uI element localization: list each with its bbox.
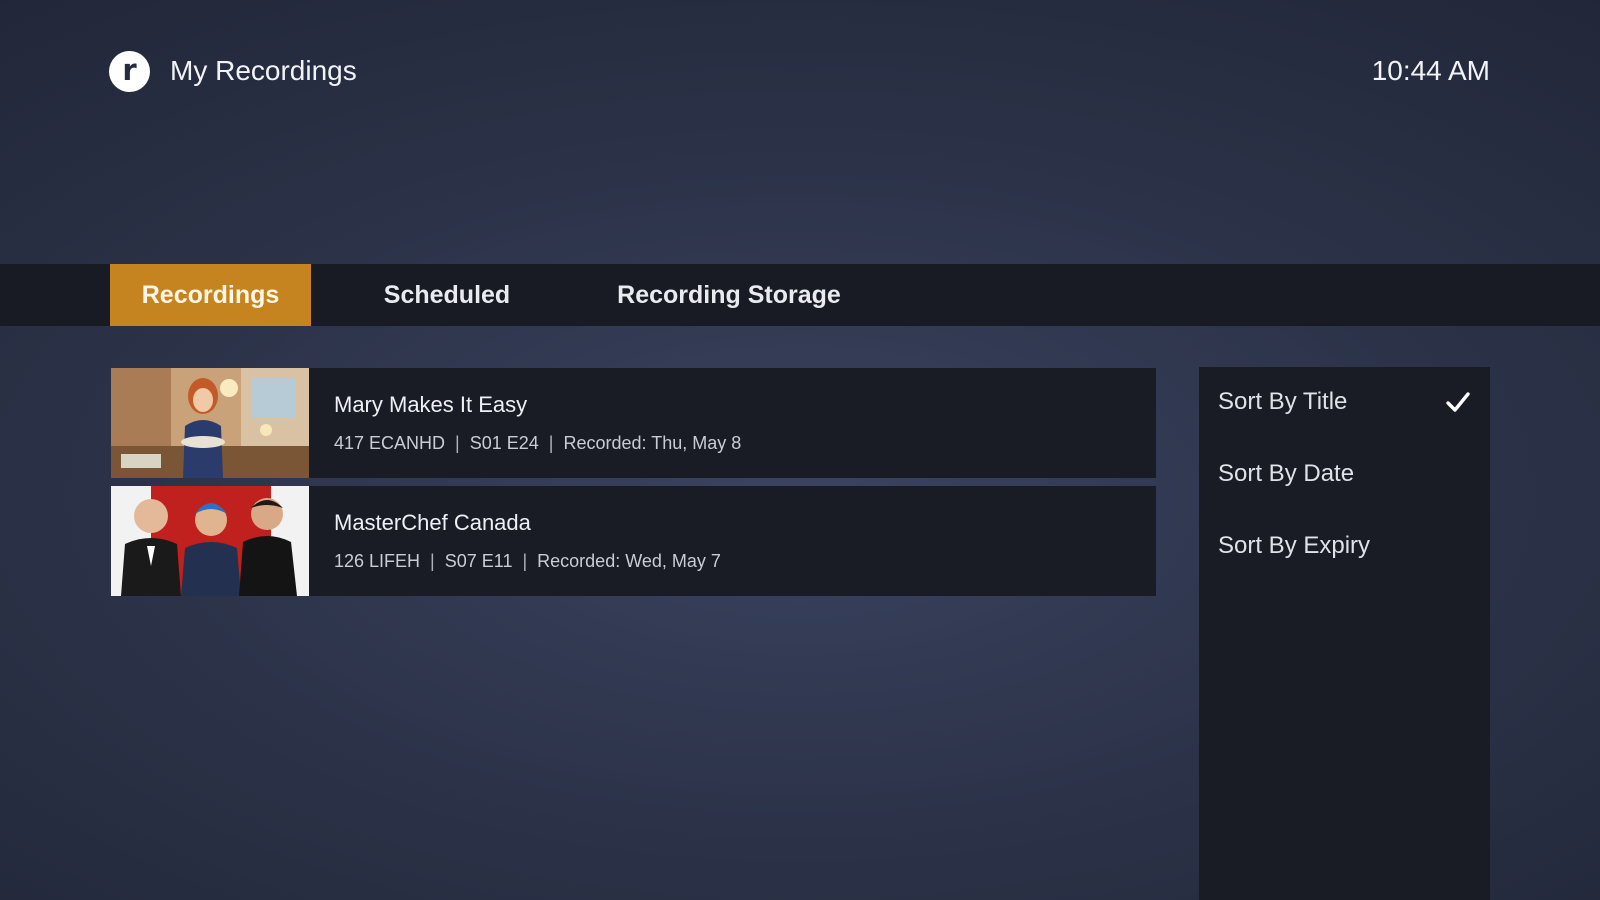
tab-scheduled[interactable]: Scheduled (352, 264, 542, 326)
recording-meta: 417 ECANHD | S01 E24 | Recorded: Thu, May 8 (334, 432, 741, 454)
checkmark-icon (1446, 392, 1470, 412)
recording-episode: S01 E24 (469, 433, 539, 453)
rogers-logo-icon: r (109, 51, 150, 92)
page-title: My Recordings (170, 55, 357, 86)
tab-bar: Recordings Scheduled Recording Storage (0, 264, 1600, 326)
recording-item-mary-makes-it-easy[interactable]: Mary Makes It Easy 417 ECANHD | S01 E24 | Re… (111, 368, 1156, 478)
masterchef-canada-thumbnail (111, 486, 309, 596)
meta-separator: | (430, 551, 435, 571)
sort-menu: Sort By Title Sort By Date Sort By Expir… (1199, 367, 1490, 900)
tab-recording-storage[interactable]: Recording Storage (598, 264, 860, 326)
recording-date: Recorded: Wed, May 7 (537, 551, 721, 571)
sort-option-label: Sort By Date (1218, 460, 1355, 487)
tab-recordings[interactable]: Recordings (110, 264, 311, 326)
sort-by-date-option[interactable]: Sort By Date (1199, 439, 1490, 511)
sort-option-label: Sort By Expiry (1218, 532, 1371, 559)
recordings-list: Mary Makes It Easy 417 ECANHD | S01 E24 | Re… (111, 368, 1156, 604)
clock: 10:44 AM (1371, 55, 1490, 86)
recording-item-masterchef-canada[interactable]: MasterChef Canada 126 LIFEH | S07 E11 | Reco… (111, 486, 1156, 596)
recording-title: Mary Makes It Easy (334, 392, 528, 417)
sort-by-title-option[interactable]: Sort By Title (1199, 367, 1490, 439)
recording-title: MasterChef Canada (334, 510, 531, 535)
recording-meta: 126 LIFEH | S07 E11 | Recorded: Wed, May 7 (334, 550, 721, 572)
recording-channel: 417 ECANHD (334, 433, 446, 453)
header: r My Recordings 10:44 AM (0, 0, 1600, 150)
meta-separator: | (522, 551, 528, 571)
meta-separator: | (548, 433, 554, 453)
sort-by-expiry-option[interactable]: Sort By Expiry (1199, 511, 1490, 583)
sort-option-label: Sort By Title (1218, 388, 1348, 415)
recording-date: Recorded: Thu, May 8 (563, 433, 742, 453)
recording-channel: 126 LIFEH (334, 551, 421, 571)
mary-makes-it-easy-thumbnail (111, 368, 309, 478)
meta-separator: | (455, 433, 460, 453)
recording-episode: S07 E11 (444, 551, 513, 571)
